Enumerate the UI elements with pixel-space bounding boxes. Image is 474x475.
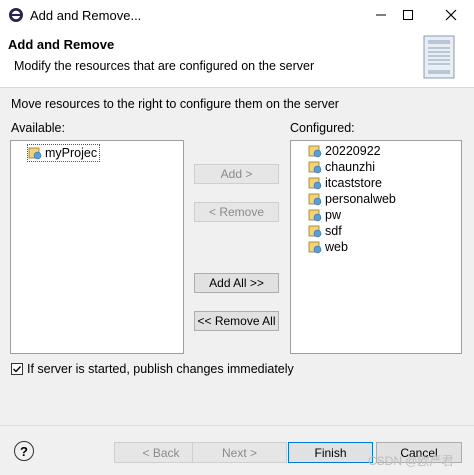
web-project-icon <box>308 209 322 222</box>
list-item-label: pw <box>325 208 341 222</box>
footer-separator <box>0 425 474 426</box>
title-bar: Add and Remove... <box>0 0 474 30</box>
web-project-icon <box>308 225 322 238</box>
close-button[interactable] <box>434 0 468 30</box>
eclipse-icon <box>9 8 23 22</box>
publish-checkbox[interactable] <box>11 363 23 375</box>
list-item-label: chaunzhi <box>325 160 376 174</box>
configured-list[interactable]: 20220922 chaunzhi itcaststore personalwe… <box>290 140 462 354</box>
close-icon <box>445 9 457 21</box>
add-button[interactable]: Add > <box>194 164 279 184</box>
publish-checkbox-label[interactable]: If server is started, publish changes im… <box>27 362 294 376</box>
list-item[interactable]: web <box>308 239 348 255</box>
list-item[interactable]: itcaststore <box>308 175 382 191</box>
web-project-icon <box>308 145 322 158</box>
list-item-label: 20220922 <box>325 144 381 158</box>
add-all-button[interactable]: Add All >> <box>194 273 279 293</box>
web-project-icon <box>308 193 322 206</box>
available-list[interactable]: myProjec <box>10 140 184 354</box>
checkmark-icon <box>13 366 22 373</box>
list-item[interactable]: sdf <box>308 223 342 239</box>
list-item[interactable]: chaunzhi <box>308 159 375 175</box>
web-project-icon <box>308 177 322 190</box>
maximize-button[interactable] <box>391 0 425 30</box>
list-item[interactable]: 20220922 <box>308 143 381 159</box>
list-item[interactable]: personalweb <box>308 191 396 207</box>
web-project-icon <box>28 147 42 160</box>
list-item[interactable]: pw <box>308 207 341 223</box>
configured-label: Configured: <box>290 121 355 135</box>
remove-all-button[interactable]: << Remove All <box>194 311 279 331</box>
list-item-label: myProjec <box>45 146 98 160</box>
watermark: CSDN @欧严君 <box>368 454 454 468</box>
maximize-icon <box>403 10 413 20</box>
window-title: Add and Remove... <box>30 8 142 23</box>
list-item-label: sdf <box>325 224 342 238</box>
page-title: Add and Remove <box>8 37 115 52</box>
page-description: Modify the resources that are configured… <box>14 59 315 73</box>
web-project-icon <box>308 161 322 174</box>
web-project-icon <box>308 241 322 254</box>
list-item-label: web <box>325 240 348 254</box>
available-label: Available: <box>11 121 65 135</box>
wizard-header: Add and Remove Modify the resources that… <box>0 30 474 88</box>
help-button[interactable]: ? <box>14 441 34 461</box>
next-button[interactable]: Next > <box>192 442 287 463</box>
list-item-label: personalweb <box>325 192 396 206</box>
list-item[interactable]: myProjec <box>27 144 101 162</box>
server-banner-icon <box>423 35 455 79</box>
remove-button[interactable]: < Remove <box>194 202 279 222</box>
help-icon: ? <box>20 443 28 459</box>
instruction-text: Move resources to the right to configure… <box>11 97 339 111</box>
finish-button[interactable]: Finish <box>288 442 373 463</box>
list-item-label: itcaststore <box>325 176 382 190</box>
minimize-icon <box>376 14 386 16</box>
